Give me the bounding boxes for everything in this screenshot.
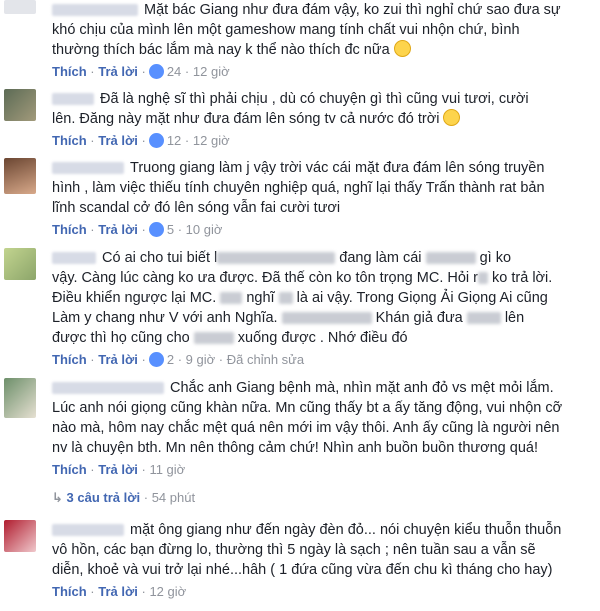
comment-actions: Thích · Trả lời · 24 · 12 giờ [52, 64, 230, 79]
redacted-text [281, 312, 372, 325]
reply-link[interactable]: Trả lời [98, 462, 138, 477]
commenter-name[interactable] [52, 524, 124, 537]
like-link[interactable]: Thích [52, 222, 87, 237]
edited-label[interactable]: Đã chỉnh sửa [227, 352, 304, 367]
comment-text: lĩnh scandal cở đó lên sóng vẫn fai cười… [52, 200, 341, 216]
view-replies-link[interactable]: ↳ 3 câu trả lời · 54 phút [52, 490, 195, 506]
avatar[interactable] [4, 158, 36, 194]
like-link[interactable]: Thích [52, 133, 87, 148]
comment-text: Đã là nghệ sĩ thì phải chịu , dù có chuy… [100, 91, 529, 107]
like-count[interactable]: 12 [167, 133, 181, 148]
comment-actions: Thích · Trả lời · 11 giờ [52, 462, 186, 477]
timestamp[interactable]: 12 giờ [193, 64, 230, 79]
comment-text: hình , làm việc thiếu tính chuyên nghiệp… [52, 180, 545, 196]
comment-actions: Thích · Trả lời · 12 · 12 giờ [52, 133, 230, 148]
avatar[interactable] [4, 378, 36, 418]
timestamp[interactable]: 10 giờ [186, 222, 223, 237]
redacted-text [425, 252, 476, 265]
replies-count[interactable]: 3 câu trả lời [67, 490, 141, 505]
comment-actions: Thích · Trả lời · 2 · 9 giờ · Đã chỉnh sử… [52, 352, 305, 367]
comment-text: Làm y chang như V với anh Nghĩa. Khán gi… [52, 310, 525, 326]
commenter-name[interactable] [52, 252, 96, 265]
comment-actions: Thích · Trả lời · 12 giờ [52, 584, 187, 599]
reply-arrow-icon: ↳ [52, 490, 63, 505]
comment-text: Có ai cho tui biết l [102, 250, 218, 266]
reply-link[interactable]: Trả lời [98, 352, 138, 367]
comment-text: gì ko [479, 250, 512, 266]
redacted-text [478, 272, 488, 285]
like-reaction-icon[interactable] [148, 352, 164, 367]
comment-text: Truong giang làm j vậy trời vác cái mặt … [130, 160, 545, 176]
avatar[interactable] [4, 520, 36, 552]
comment-text: Mặt bác Giang như đưa đám vậy, ko zui th… [144, 2, 561, 18]
timestamp[interactable]: 12 giờ [193, 133, 230, 148]
comment-text: vô hồn, các bạn đừng lo, thường thì 5 ng… [52, 542, 536, 558]
reply-link[interactable]: Trả lời [98, 64, 138, 79]
comment-text: mặt ông giang như đến ngày đèn đỏ... nói… [130, 522, 562, 538]
comment-text: thường thích bác lắm mà nay k thể nào th… [52, 40, 411, 60]
commenter-name[interactable] [52, 162, 124, 175]
redacted-text [193, 332, 234, 345]
timestamp[interactable]: 11 giờ [149, 462, 185, 477]
avatar[interactable] [4, 0, 36, 14]
comment-text: diễn, khoẻ và vui trở lại nhé...hâh ( 1 … [52, 562, 553, 578]
redacted-text [217, 252, 336, 265]
like-link[interactable]: Thích [52, 462, 87, 477]
avatar[interactable] [4, 89, 36, 121]
like-link[interactable]: Thích [52, 64, 87, 79]
comment-text: nv là chuyện bth. Mn nên thông cảm chứ! … [52, 440, 538, 456]
reply-link[interactable]: Trả lời [98, 222, 138, 237]
commenter-name[interactable] [52, 93, 94, 106]
like-reaction-icon[interactable] [148, 64, 164, 79]
reply-link[interactable]: Trả lời [98, 133, 138, 148]
comment-text: đang làm cái [339, 250, 422, 266]
comment-text: nào mà, hôm nay chắc mệt quá nên mới im … [52, 420, 560, 436]
comment-text: khó chịu của mình lên một gameshow mang … [52, 22, 520, 38]
worried-emoji-icon [443, 109, 461, 126]
timestamp[interactable]: 9 giờ [186, 352, 216, 367]
redacted-text [220, 292, 243, 305]
comment-text: được thì họ cũng cho xuống được . Nhớ đi… [52, 330, 408, 346]
like-count[interactable]: 24 [167, 64, 181, 79]
comment-text: Lúc anh nói giọng cũng khàn nữa. Mn cũng… [52, 400, 563, 416]
commenter-name[interactable] [52, 382, 164, 395]
comment-actions: Thích · Trả lời · 5 · 10 giờ [52, 222, 223, 237]
comments-panel: Mặt bác Giang như đưa đám vậy, ko zui th… [0, 0, 600, 611]
avatar[interactable] [4, 248, 36, 280]
timestamp[interactable]: 12 giờ [149, 584, 186, 599]
comment-text: vậy. Càng lúc càng ko ưa được. Đã thế cò… [52, 270, 553, 286]
comment-text: Chắc anh Giang bệnh mà, nhìn mặt anh đỏ … [170, 380, 554, 396]
like-link[interactable]: Thích [52, 584, 87, 599]
comment-text: Điều khiển ngược lại MC. nghĩ là ai vậy.… [52, 290, 548, 306]
like-count[interactable]: 2 [167, 352, 174, 367]
like-reaction-icon[interactable] [148, 222, 164, 237]
redacted-text [466, 312, 501, 325]
commenter-name[interactable] [52, 4, 138, 17]
replies-time: 54 phút [151, 490, 196, 505]
comment-text: lên. Đăng này mặt như đưa đám lên sóng t… [52, 109, 461, 129]
like-reaction-icon[interactable] [148, 133, 164, 148]
reply-link[interactable]: Trả lời [98, 584, 138, 599]
rolling-eyes-emoji-icon [393, 40, 411, 57]
like-link[interactable]: Thích [52, 352, 87, 367]
like-count[interactable]: 5 [167, 222, 174, 237]
redacted-text [278, 292, 293, 305]
